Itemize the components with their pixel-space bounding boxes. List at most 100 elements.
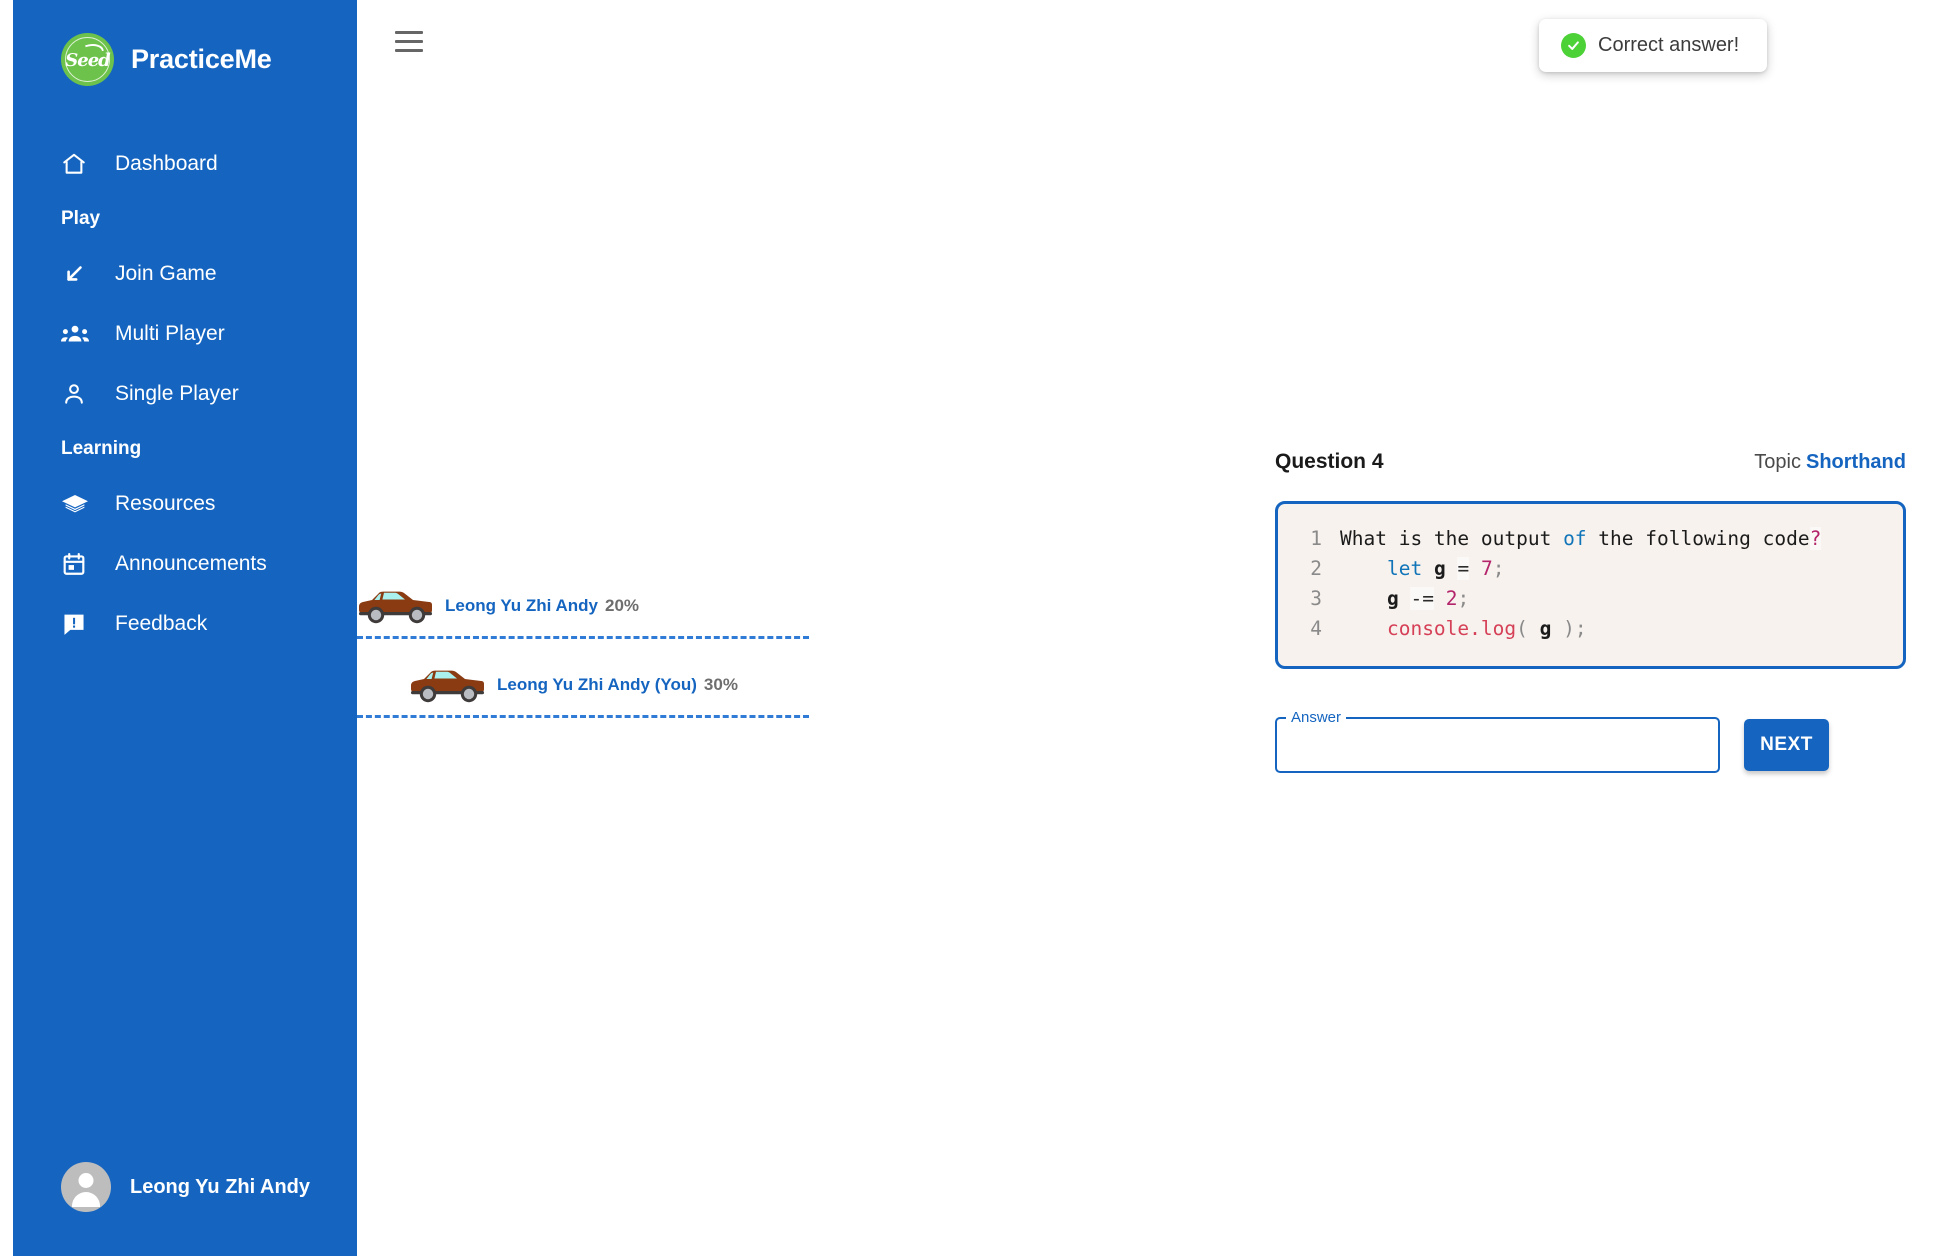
calendar-icon <box>61 551 107 577</box>
code-token: ) <box>1551 617 1575 640</box>
brand-title: PracticeMe <box>131 43 272 74</box>
home-icon <box>61 151 107 177</box>
toast-message: Correct answer! <box>1598 34 1740 56</box>
sidebar-item-single-player[interactable]: Single Player <box>13 364 357 424</box>
sidebar-profile[interactable]: Leong Yu Zhi Andy <box>13 1162 357 1256</box>
code-line: 2 let g = 7; <box>1278 554 1903 584</box>
car-icon <box>409 664 487 706</box>
answer-field-wrapper: Answer <box>1275 710 1720 779</box>
code-token: ; <box>1574 617 1587 640</box>
sidebar-item-label: Announcements <box>115 552 267 575</box>
answer-row: Answer NEXT <box>1275 710 1906 779</box>
racer-row: Leong Yu Zhi Andy (You) 30% <box>409 664 738 706</box>
seed-logo-icon: Seed <box>61 32 114 86</box>
code-token: g <box>1386 587 1399 610</box>
sidebar-item-label: Dashboard <box>115 152 218 175</box>
topic-value: Shorthand <box>1806 451 1906 473</box>
sidebar-item-feedback[interactable]: Feedback <box>13 594 357 654</box>
account-circle-icon <box>61 1162 111 1212</box>
code-token: -= <box>1410 587 1434 610</box>
sidebar-item-label: Resources <box>115 492 216 515</box>
next-button[interactable]: NEXT <box>1744 719 1829 771</box>
code-line: 4 console.log( g ); <box>1278 614 1903 644</box>
code-line: 3 g -= 2; <box>1278 584 1903 614</box>
race-lane: Leong Yu Zhi Andy 20% <box>357 560 817 639</box>
check-circle-icon <box>1561 33 1586 58</box>
sidebar-nav: Dashboard Play Join Game Multi Player Si… <box>13 134 357 1162</box>
question-number: Question 4 <box>1275 450 1384 473</box>
code-token: What is the output <box>1340 527 1564 550</box>
racer-progress: 30% <box>703 675 738 694</box>
code-line-content: let g = 7; <box>1340 554 1504 584</box>
arrow-down-left-icon <box>61 261 107 287</box>
track-line <box>357 715 809 718</box>
person-icon <box>61 381 107 407</box>
hamburger-bar <box>395 30 423 34</box>
question-panel: Question 4 Topic Shorthand 1 What is the o… <box>1275 450 1906 779</box>
feedback-chat-icon <box>61 611 107 637</box>
code-token: of <box>1563 527 1587 550</box>
hamburger-menu-icon[interactable] <box>395 20 437 62</box>
code-token: ( <box>1516 617 1540 640</box>
sidebar-item-multi-player[interactable]: Multi Player <box>13 304 357 364</box>
code-token: g <box>1539 617 1552 640</box>
toast-notification: Correct answer! <box>1539 19 1767 72</box>
code-token: = <box>1457 557 1470 580</box>
code-token: ; <box>1492 557 1505 580</box>
code-token: the following code <box>1586 527 1810 550</box>
sidebar: Seed PracticeMe Dashboard Play Join Game… <box>13 0 357 1256</box>
code-token: 2 <box>1445 587 1458 610</box>
code-line-content: console.log( g ); <box>1340 614 1587 644</box>
sidebar-item-label: Join Game <box>115 262 217 285</box>
hamburger-bar <box>395 48 423 52</box>
code-token: ; <box>1457 587 1470 610</box>
code-token: g <box>1433 557 1446 580</box>
answer-input[interactable] <box>1275 716 1720 779</box>
brand: Seed PracticeMe <box>13 0 357 92</box>
race-track: Leong Yu Zhi Andy 20% Leong Yu Zhi Andy … <box>357 560 817 718</box>
code-line-number: 3 <box>1310 587 1322 610</box>
code-line-number: 2 <box>1310 557 1322 580</box>
sidebar-item-announcements[interactable]: Announcements <box>13 534 357 594</box>
sidebar-item-label: Multi Player <box>115 322 225 345</box>
code-line-content: What is the output of the following code… <box>1340 524 1822 554</box>
sidebar-item-label: Single Player <box>115 382 239 405</box>
avatar-body <box>72 1192 100 1207</box>
topic-label: Topic <box>1754 451 1801 473</box>
sidebar-section-learning: Learning <box>61 438 142 459</box>
race-lane: Leong Yu Zhi Andy (You) 30% <box>357 639 817 718</box>
code-token: 7 <box>1480 557 1493 580</box>
sidebar-item-resources[interactable]: Resources <box>13 474 357 534</box>
profile-name: Leong Yu Zhi Andy <box>130 1175 310 1198</box>
graduation-cap-icon <box>61 491 107 517</box>
sidebar-item-join-game[interactable]: Join Game <box>13 244 357 304</box>
code-token: console.log <box>1386 617 1517 640</box>
racer-progress: 20% <box>605 596 640 615</box>
sidebar-item-dashboard[interactable]: Dashboard <box>13 134 357 194</box>
hamburger-bar <box>395 39 423 43</box>
code-line-number: 4 <box>1310 617 1322 640</box>
main-content: Correct answer! Leong Yu Zhi Andy 20% Le… <box>357 0 1939 1256</box>
app-root: Seed PracticeMe Dashboard Play Join Game… <box>0 0 1939 1256</box>
sidebar-item-label: Feedback <box>115 612 208 635</box>
racer-name: Leong Yu Zhi Andy <box>445 596 598 615</box>
code-token: let <box>1386 557 1423 580</box>
sidebar-section-play: Play <box>61 208 101 229</box>
code-line: 1 What is the output of the following cod… <box>1278 524 1903 554</box>
people-group-icon <box>61 321 107 347</box>
question-header: Question 4 Topic Shorthand <box>1275 450 1906 474</box>
code-line-number: 1 <box>1310 527 1322 550</box>
racer-name: Leong Yu Zhi Andy (You) <box>497 675 697 694</box>
code-token: ? <box>1809 527 1822 550</box>
question-topic: Topic Shorthand <box>1754 451 1906 474</box>
racer-row: Leong Yu Zhi Andy 20% <box>357 585 639 627</box>
code-block: 1 What is the output of the following cod… <box>1275 501 1906 669</box>
